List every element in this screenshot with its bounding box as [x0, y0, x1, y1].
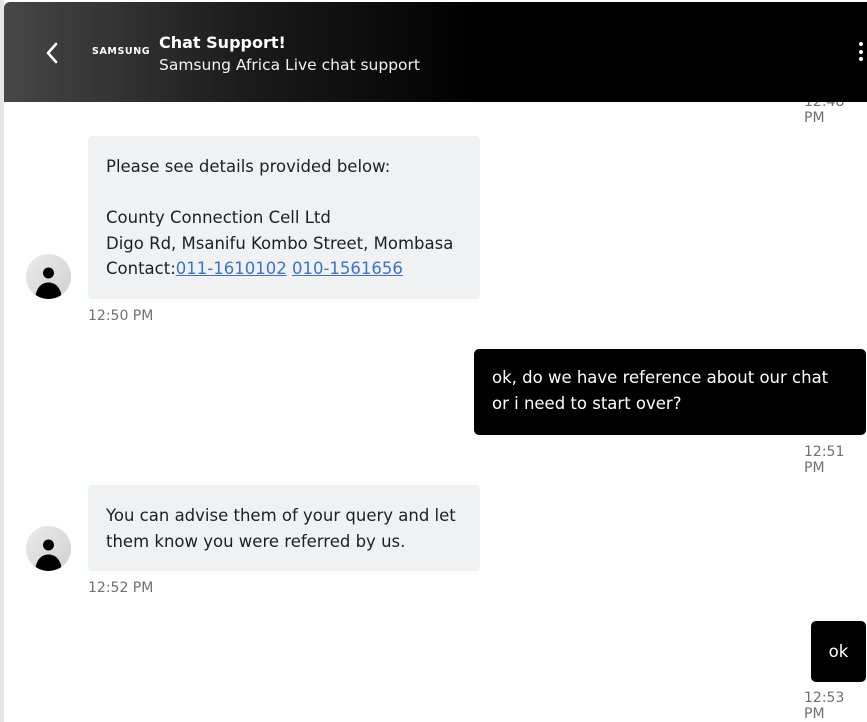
user-silhouette-icon — [26, 254, 71, 299]
back-button[interactable] — [38, 38, 68, 68]
more-options-button[interactable] — [856, 42, 866, 68]
agent-avatar — [26, 526, 71, 571]
message-timestamp: 12:52 PM — [88, 580, 154, 596]
chat-title: Chat Support! — [159, 33, 286, 52]
agent-message-bubble: Please see details provided below: Count… — [88, 136, 480, 299]
message-timestamp: 12:50 PM — [88, 308, 154, 324]
message-text: ok — [828, 642, 849, 661]
kebab-menu-icon — [856, 42, 866, 61]
message-timestamp: 12:51 PM — [804, 444, 845, 476]
message-line: County Connection Cell Ltd — [106, 208, 331, 227]
message-text: You can advise them of your query and le… — [106, 506, 456, 551]
message-text: ok, do we have reference about our chat … — [492, 368, 829, 413]
agent-message-bubble: You can advise them of your query and le… — [88, 485, 480, 571]
user-silhouette-icon — [26, 526, 71, 571]
window-left-edge — [0, 0, 4, 722]
samsung-logo: SAMSUNG — [92, 46, 151, 57]
chat-header: SAMSUNG Chat Support! Samsung Africa Liv… — [4, 2, 867, 102]
user-message-bubble: ok — [811, 621, 866, 682]
phone-link-2[interactable]: 010-1561656 — [292, 259, 403, 278]
message-line: Digo Rd, Msanifu Kombo Street, Mombasa — [106, 233, 454, 253]
message-line: Please see details provided below: — [106, 157, 391, 176]
message-timestamp: 12:53 PM — [804, 690, 845, 722]
contact-line: Contact:011-1610102 010-1561656 — [106, 256, 462, 282]
chat-subtitle: Samsung Africa Live chat support — [159, 56, 420, 74]
contact-label: Contact: — [106, 259, 176, 278]
user-message-bubble: ok, do we have reference about our chat … — [474, 349, 866, 435]
chevron-left-icon — [46, 42, 58, 64]
phone-link-1[interactable]: 011-1610102 — [176, 259, 287, 278]
agent-avatar — [26, 254, 71, 299]
